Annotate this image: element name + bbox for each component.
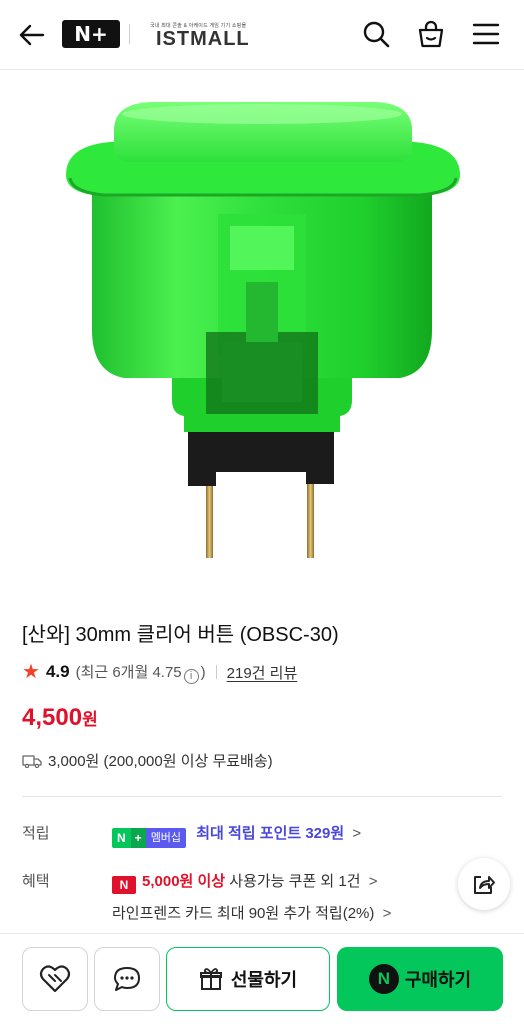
recent-rating-close: ) [200,663,206,681]
hamburger-menu-icon[interactable] [469,17,503,51]
shipping-info: 3,000원 (200,000원 이상 무료배송) [22,750,273,771]
share-button[interactable] [458,858,510,910]
chat-bubble-icon [114,967,140,991]
points-label: 적립 [22,825,50,842]
logo-divider [129,24,130,44]
product-price: 4,500원 [22,704,98,732]
info-icon[interactable]: i [183,668,199,684]
membership-badge: N + 멤버십 [112,828,187,848]
heart-icon [39,965,71,993]
chevron-right-icon: > [352,825,362,842]
membership-badge-label: 멤버십 [145,828,187,848]
membership-badge-plus: + [130,828,146,848]
price-value: 4,500 [22,704,83,731]
coupon-text: 사용가능 쿠폰 외 1건 [225,873,361,890]
section-divider [22,796,502,797]
recent-rating-text: (최근 6개월 4.75 [75,663,182,681]
rating-divider [215,665,217,679]
store-name[interactable]: ISTMALL [156,28,250,51]
chevron-right-icon: > [368,873,378,890]
star-icon: ★ [22,661,40,683]
shipping-text: 3,000원 (200,000원 이상 무료배송) [48,753,273,770]
coupon-row[interactable]: N 5,000원 이상 사용가능 쿠폰 외 1건 > [112,870,377,894]
store-logo-badge[interactable]: N+ [62,20,120,48]
benefit-label: 혜택 [22,873,50,890]
max-points-text: 최대 적립 포인트 329원 [196,825,345,842]
coupon-badge: N [112,876,136,894]
share-icon [474,876,495,894]
coupon-amount: 5,000원 이상 [142,873,226,890]
card-benefit-text: 라인프렌즈 카드 최대 90원 추가 적립(2%) [112,905,375,922]
gift-label: 선물하기 [230,970,298,990]
chat-button[interactable] [94,947,160,1011]
gift-button[interactable]: 선물하기 [166,947,330,1011]
bottom-action-bar: 선물하기 N 구매하기 [0,933,524,1024]
price-unit: 원 [82,710,98,729]
review-count-link[interactable]: 219건 리뷰 [227,662,298,683]
buy-button[interactable]: N 구매하기 [337,947,503,1011]
shopping-bag-icon[interactable] [414,17,448,51]
recent-rating: (최근 6개월 4.75 i) [76,661,206,684]
truck-icon [22,754,42,768]
points-row[interactable]: N + 멤버십 최대 적립 포인트 329원 > [112,822,361,848]
back-arrow-icon[interactable] [16,19,48,51]
buy-label: 구매하기 [404,970,472,990]
top-header: N+ 국내 최대 콘솔 & 아케이드 게임 기기 쇼핑몰 ISTMALL [0,0,524,70]
wishlist-button[interactable] [22,947,88,1011]
membership-badge-n: N [112,828,131,848]
search-icon[interactable] [359,17,393,51]
product-title: [산와] 30mm 클리어 버튼 (OBSC-30) [22,624,339,646]
card-benefit-row[interactable]: 라인프렌즈 카드 최대 90원 추가 적립(2%) > [112,902,391,923]
naver-pay-icon: N [368,964,399,994]
rating-value: 4.9 [45,662,70,681]
rating-row: ★ 4.9 (최근 6개월 4.75 i) 219건 리뷰 [22,660,297,684]
chevron-right-icon: > [382,905,392,922]
gift-icon [199,968,222,990]
product-image[interactable] [0,71,524,591]
